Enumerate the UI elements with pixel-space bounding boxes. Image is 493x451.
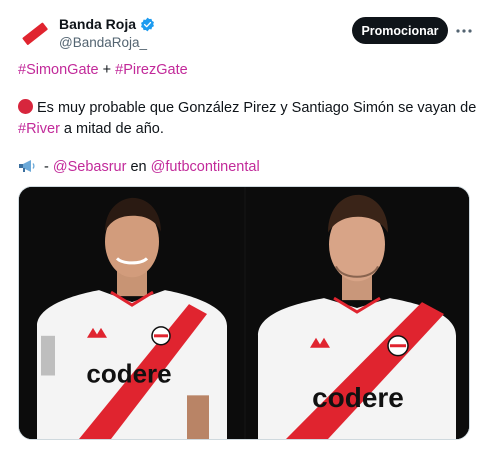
red-bar-logo-icon (17, 17, 51, 51)
sponsor-logo-right: codere (312, 382, 404, 413)
media-grid: codere codere (18, 186, 470, 440)
mention-futbcontinental[interactable]: @futbcontinental (151, 159, 260, 175)
promote-button[interactable]: Promocionar (352, 17, 448, 44)
display-name[interactable]: Banda Roja (59, 16, 136, 32)
mention-sebasrur[interactable]: @Sebasrur (53, 159, 127, 175)
sponsor-logo-left: codere (86, 361, 171, 389)
post-line-credits: - @Sebasrur en @futbcontinental (18, 158, 260, 177)
tweet-card: Banda Roja @BandaRoja_ Promocionar #Simo… (0, 0, 493, 451)
more-horizontal-icon[interactable] (455, 22, 473, 40)
post-tail-text: a mitad de año. (59, 121, 164, 137)
player-photo-right[interactable]: codere (246, 187, 469, 439)
avatar[interactable] (17, 17, 51, 51)
post-line-hashtags: #SimonGate + #PirezGate (18, 61, 188, 80)
hashtag-simongate[interactable]: #SimonGate (18, 62, 99, 78)
verified-badge-icon (141, 17, 154, 31)
en-text: en (126, 159, 151, 175)
hashtag-river[interactable]: #River (18, 121, 60, 137)
post-line-river: #River a mitad de año. (18, 120, 164, 139)
player-photo-left[interactable]: codere (19, 187, 244, 439)
post-main-text: Es muy probable que González Pirez y San… (37, 100, 477, 116)
post-line-main: Es muy probable que González Pirez y San… (18, 99, 476, 118)
megaphone-icon (19, 160, 35, 172)
dash-text: - (40, 159, 53, 175)
plus-text: + (98, 62, 116, 78)
red-circle-icon (18, 99, 33, 114)
hashtag-pirezgate[interactable]: #PirezGate (115, 62, 188, 78)
handle[interactable]: @BandaRoja_ (59, 35, 147, 50)
author-name-row: Banda Roja (59, 16, 155, 32)
